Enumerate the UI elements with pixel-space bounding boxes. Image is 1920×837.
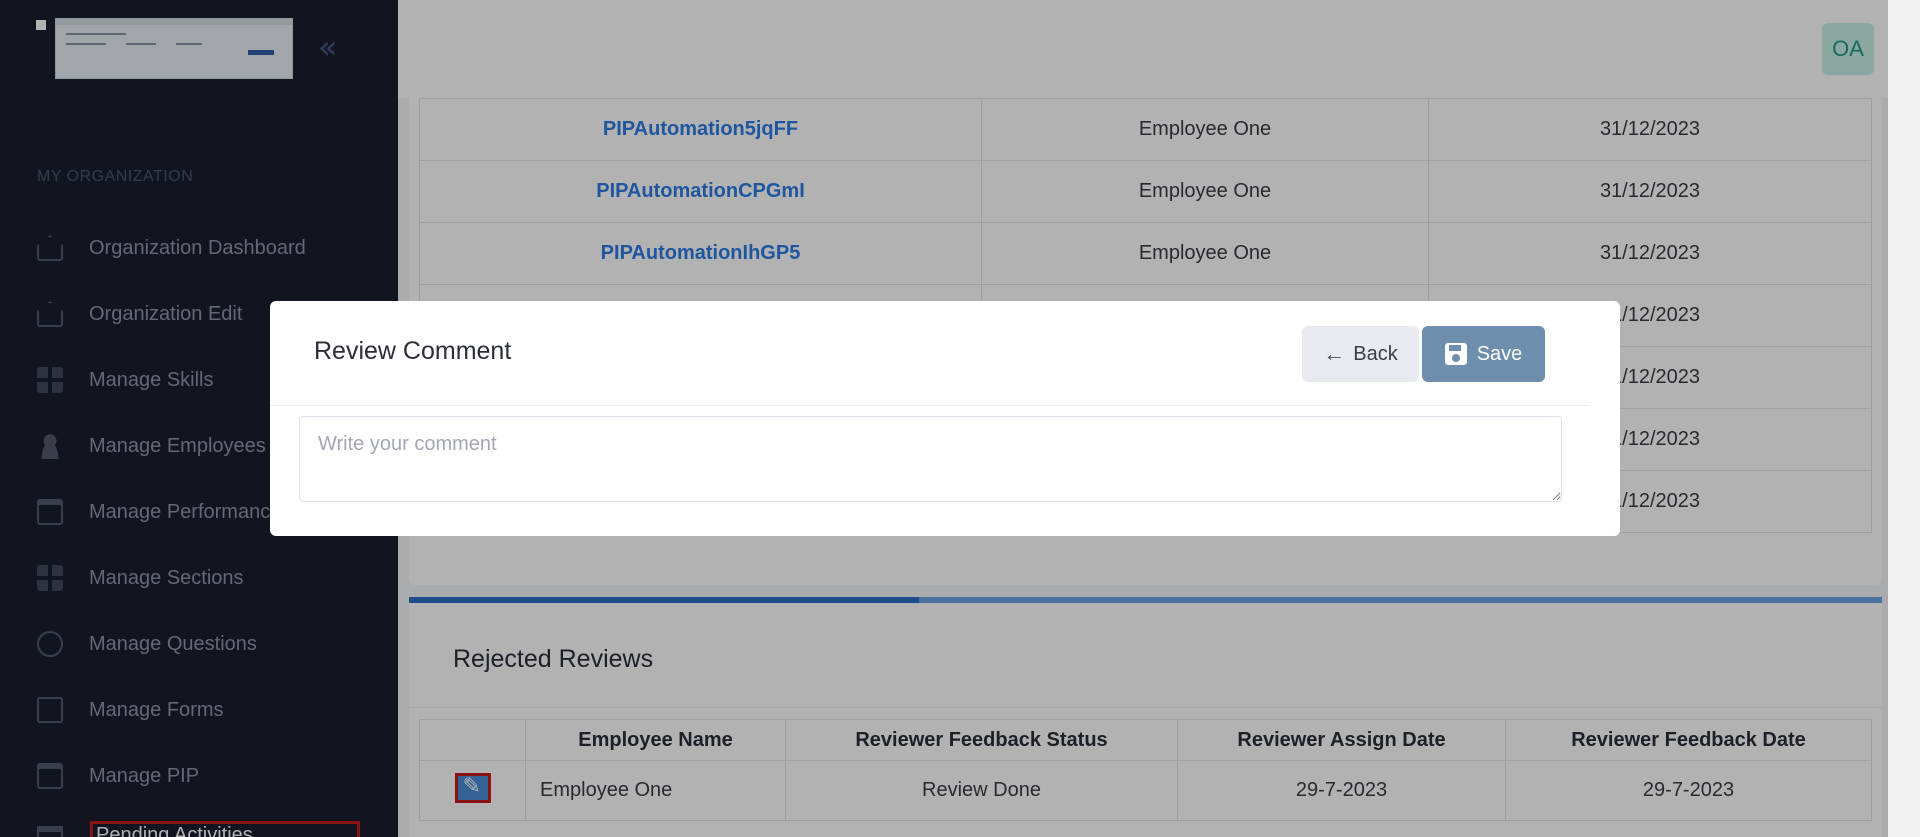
divider [270, 405, 1590, 406]
arrow-left-icon: ← [1323, 341, 1346, 366]
back-button[interactable]: ← Back [1302, 326, 1419, 382]
comment-textarea[interactable] [299, 416, 1562, 502]
save-icon [1444, 343, 1467, 365]
page-scrollbar[interactable] [1888, 0, 1920, 837]
save-button[interactable]: Save [1422, 326, 1545, 382]
review-comment-modal: Review Comment ← Back Save [270, 301, 1620, 536]
back-button-label: Back [1353, 342, 1398, 365]
save-button-label: Save [1476, 342, 1523, 365]
modal-title: Review Comment [314, 337, 512, 365]
